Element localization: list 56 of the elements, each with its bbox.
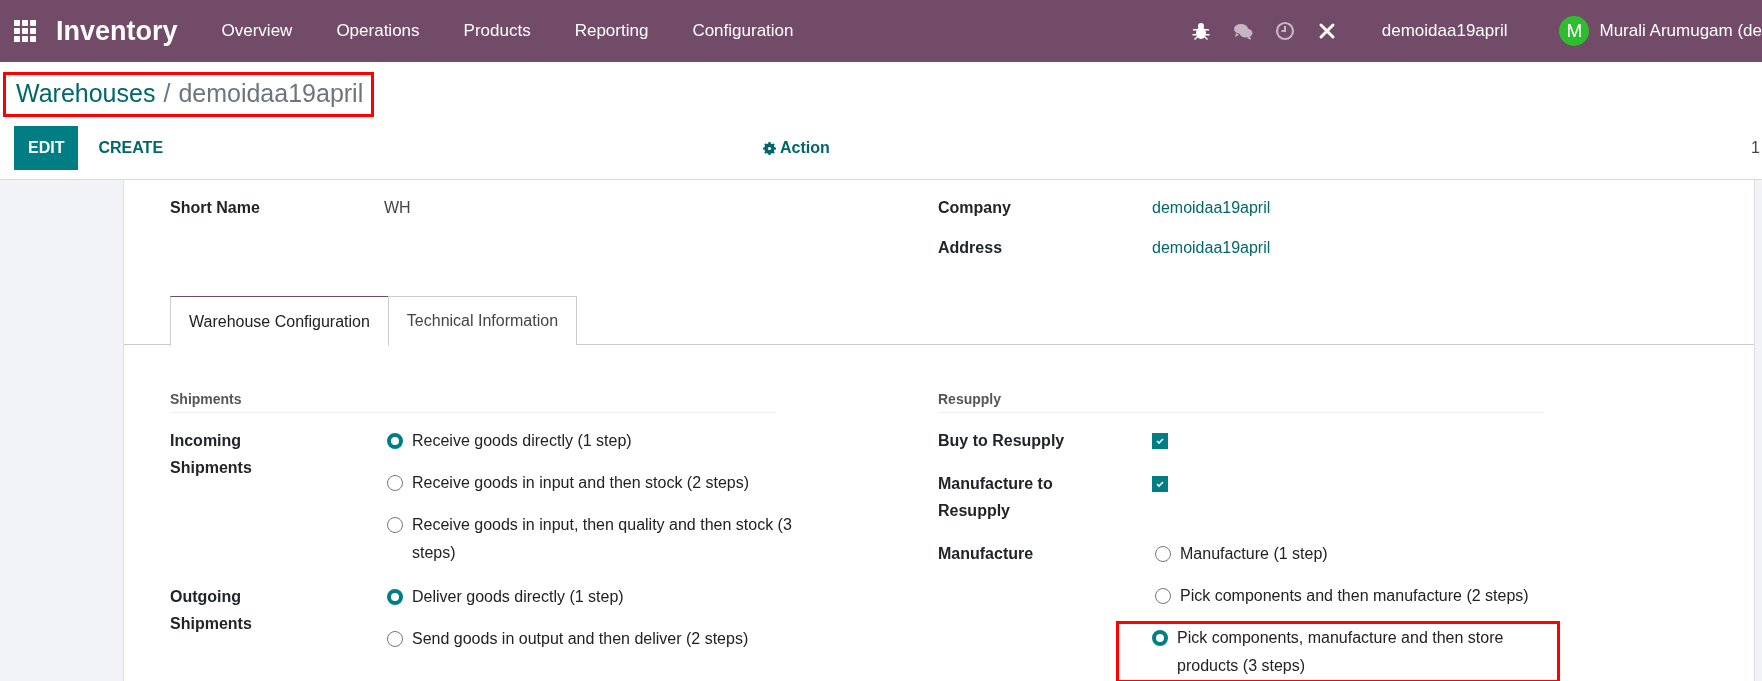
tab[interactable]: Warehouse Configuration [170,296,389,346]
clock-icon[interactable] [1274,21,1295,41]
user-name[interactable]: Murali Arumugam (de [1599,21,1762,41]
chat-icon[interactable] [1232,21,1253,41]
radio-button[interactable] [387,475,403,491]
field-label: Address [938,238,1004,258]
bug-icon[interactable] [1190,21,1211,41]
radio-button[interactable] [387,433,403,449]
menu-item[interactable]: Reporting [552,21,671,41]
radio-label[interactable]: Send goods in output and then deliver (2 steps) [412,625,749,653]
gear-icon [763,141,777,155]
checkbox[interactable] [1152,476,1168,492]
radio-label[interactable]: Receive goods in input, then quality and then stock (3 steps) [412,511,801,567]
radio-button[interactable] [1152,630,1168,646]
radio-button[interactable] [1155,546,1171,562]
field-label: Company [938,198,1012,218]
field-label: Short Name [170,198,261,218]
radio-label[interactable]: Manufacture (1 step) [1180,540,1328,568]
field-label: Manufacture to Resupply [938,474,1054,521]
section-heading: Shipments [170,391,776,413]
radio-button[interactable] [387,517,403,533]
radio-label[interactable]: Receive goods directly (1 step) [412,427,632,455]
field-value: WH [384,198,411,218]
field-label: Manufacture [938,544,1035,564]
radio-button[interactable] [387,589,403,605]
pager-value: 1 [1751,139,1761,157]
radio-label[interactable]: Deliver goods directly (1 step) [412,583,624,611]
section-heading: Resupply [938,391,1544,413]
menu-item[interactable]: Operations [314,21,442,41]
checkmark-icon [1155,436,1165,446]
radio-label[interactable]: Pick components and then manufacture (2 steps) [1180,582,1529,610]
field-label: Outgoing Shipments [170,587,253,634]
checkbox[interactable] [1152,433,1168,449]
user-avatar: M [1559,16,1590,46]
company-switcher[interactable]: demoidaa19april [1381,21,1508,41]
radio-button[interactable] [387,631,403,647]
menu-item[interactable]: Products [441,21,553,41]
field-link[interactable]: demoidaa19april [1152,236,1271,276]
breadcrumb-current: demoidaa19april [178,79,364,108]
field-link[interactable]: demoidaa19april [1152,196,1271,236]
menu-item[interactable]: Overview [199,21,315,41]
field-label: Incoming Shipments [170,431,253,478]
breadcrumb-link[interactable]: Warehouses [16,79,156,108]
breadcrumb-separator: / [163,79,171,108]
apps-menu-icon[interactable] [14,20,36,42]
create-button[interactable]: CREATE [84,126,178,170]
app-name: Inventory [56,15,178,47]
action-menu[interactable]: Action [763,139,830,157]
menu-item[interactable]: Configuration [670,21,816,41]
edit-button[interactable]: EDIT [14,126,79,170]
radio-label[interactable]: Pick components, manufacture and then store products (3 steps) [1177,624,1554,680]
tab[interactable]: Technical Information [387,296,578,345]
radio-button[interactable] [1155,588,1171,604]
checkmark-icon [1155,479,1165,489]
field-label: Buy to Resupply [938,431,1066,451]
radio-label[interactable]: Receive goods in input and then stock (2 steps) [412,469,750,497]
